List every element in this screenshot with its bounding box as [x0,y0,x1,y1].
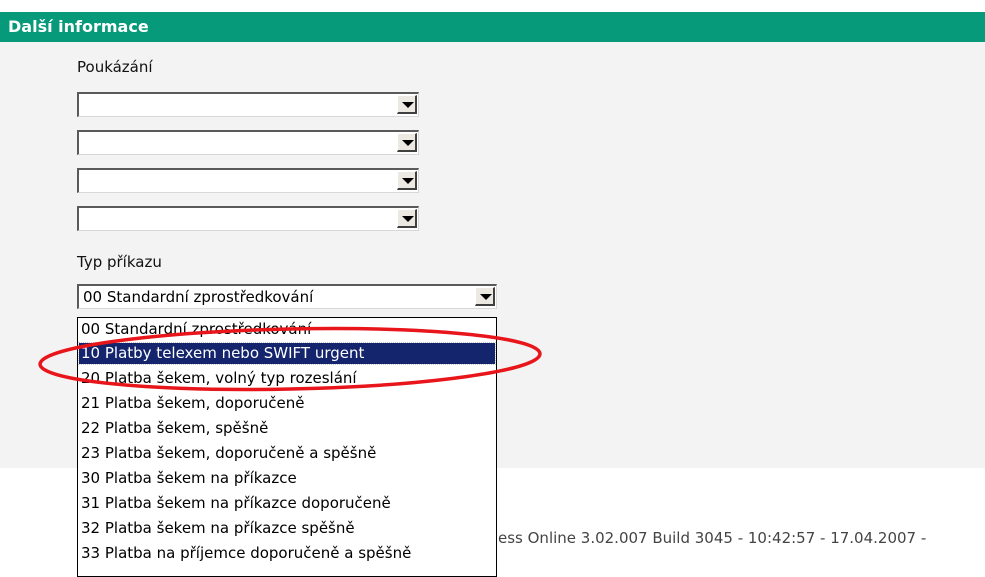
poukazani-select-2[interactable] [77,130,419,155]
section-title: Další informace [8,17,149,36]
option-00[interactable]: 00 Standardní zprostředkování [79,319,495,340]
footer-build-info: ess Online 3.02.007 Build 3045 - 10:42:5… [498,529,927,547]
dropdown-button[interactable] [397,133,417,152]
dropdown-button[interactable] [475,287,495,306]
chevron-down-icon [402,178,414,184]
typ-prikazu-dropdown-list[interactable]: 00 Standardní zprostředkování 10 Platby … [77,317,497,577]
poukazani-select-4[interactable] [77,206,419,231]
option-32[interactable]: 32 Platba šekem na příkazce spěšně [79,518,495,539]
typ-prikazu-label: Typ příkazu [77,253,162,271]
dropdown-button[interactable] [397,171,417,190]
option-23[interactable]: 23 Platba šekem, doporučeně a spěšně [79,443,495,464]
chevron-down-icon [402,140,414,146]
option-10-selected[interactable]: 10 Platby telexem nebo SWIFT urgent [78,342,496,365]
chevron-down-icon [402,102,414,108]
typ-prikazu-select[interactable]: 00 Standardní zprostředkování [77,284,497,309]
poukazani-label: Poukázání [77,58,153,76]
option-22[interactable]: 22 Platba šekem, spěšně [79,418,495,439]
dropdown-button[interactable] [397,209,417,228]
poukazani-select-3[interactable] [77,168,419,193]
poukazani-select-1[interactable] [77,92,419,117]
chevron-down-icon [480,294,492,300]
option-20[interactable]: 20 Platba šekem, volný typ rozeslání [79,368,495,389]
section-header: Další informace [0,12,985,42]
dropdown-button[interactable] [397,95,417,114]
option-33[interactable]: 33 Platba na příjemce doporučeně a spěšn… [79,543,495,564]
option-31[interactable]: 31 Platba šekem na příkazce doporučeně [79,493,495,514]
option-21[interactable]: 21 Platba šekem, doporučeně [79,393,495,414]
chevron-down-icon [402,216,414,222]
option-30[interactable]: 30 Platba šekem na příkazce [79,468,495,489]
